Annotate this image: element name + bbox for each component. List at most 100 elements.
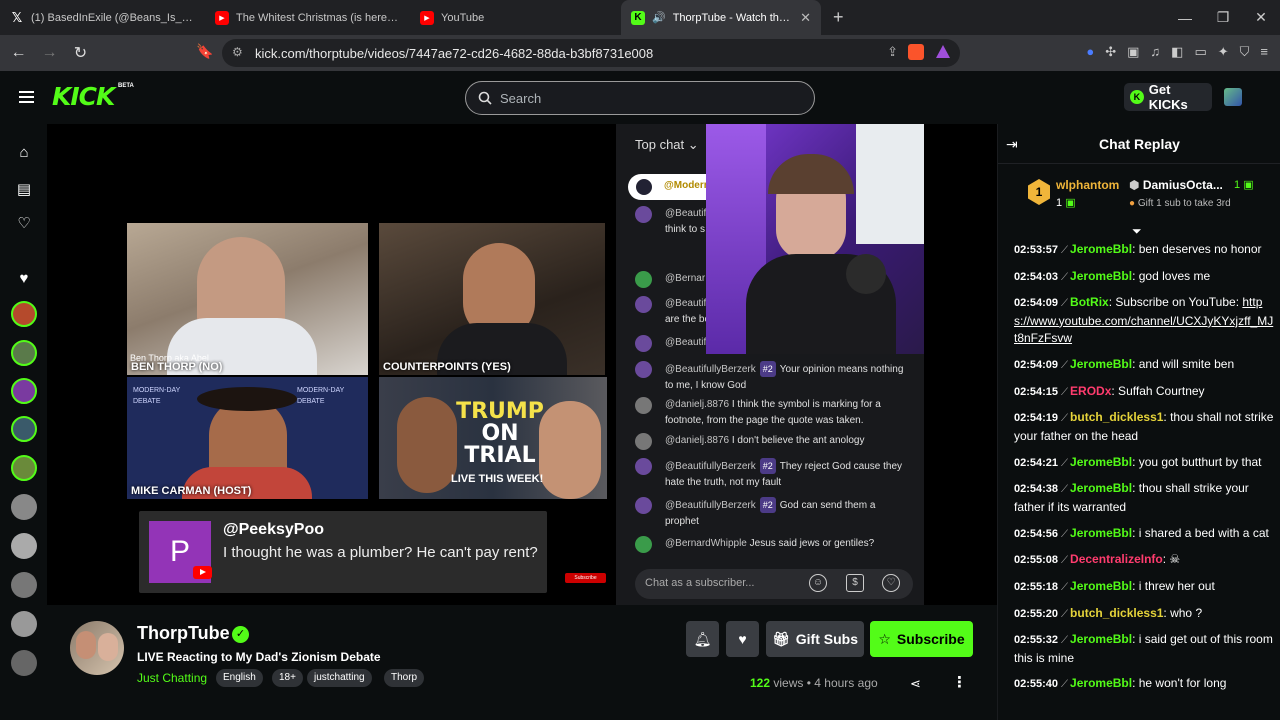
share-page-icon[interactable]: ⇪ [887, 44, 898, 60]
message-username[interactable]: butch_dickless1 [1070, 410, 1163, 424]
leaderboard-user[interactable]: wlphantom [1056, 178, 1119, 192]
message-timestamp: 02:55:18 [1014, 580, 1059, 593]
message-timestamp: 02:54:09 [1014, 359, 1059, 372]
menu-icon[interactable]: ≡ [1260, 44, 1268, 60]
close-tab-icon[interactable]: ✕ [800, 10, 811, 26]
chat-message: 02:54:09 ⟋ JeromeBbl: and will smite ben [1014, 356, 1276, 375]
search-input[interactable]: Search [465, 81, 815, 115]
browser-tab[interactable]: 𝕏 (1) BasedInExile (@Beans_Is_Baked) / [0, 0, 205, 35]
followed-channel-avatar[interactable] [11, 650, 37, 676]
followed-channel-avatar[interactable] [11, 494, 37, 520]
brave-shields-icon[interactable] [908, 44, 924, 60]
brave-rewards-icon[interactable] [936, 45, 950, 58]
share-icon[interactable]: ⋖ [910, 676, 921, 692]
new-tab-icon[interactable]: + [833, 7, 844, 28]
bookmark-icon[interactable]: 🔖 [196, 43, 213, 60]
screenshot-icon[interactable]: ▣ [1127, 44, 1139, 60]
tag-chip[interactable]: justchatting [307, 669, 372, 687]
message-username[interactable]: BotRix [1070, 295, 1109, 309]
chevron-down-icon: ⌄ [687, 137, 699, 152]
channel-name[interactable]: ThorpTube [137, 623, 230, 644]
browser-tab[interactable]: ▶ The Whitest Christmas (is here) - Chr [205, 0, 410, 35]
leaderboard-user[interactable]: ⬢ DamiusOcta... [1129, 178, 1223, 192]
get-kicks-button[interactable]: K Get KICKs [1124, 82, 1212, 112]
browser-tab-active[interactable]: K 🔊 ThorpTube - Watch the VOD ✕ [621, 0, 821, 35]
media-icon[interactable]: ♫ [1150, 44, 1160, 60]
kicks-coin-icon: K [1130, 90, 1144, 104]
subscribe-button[interactable]: ☆ Subscribe [870, 621, 973, 657]
followed-channel-avatar[interactable] [11, 340, 37, 366]
extension-icon[interactable]: ● [1086, 44, 1094, 60]
avatar [635, 536, 652, 553]
message-username[interactable]: JeromeBbl [1070, 357, 1132, 371]
sword-badge-icon: ⟋ [1061, 484, 1069, 496]
user-avatar[interactable] [1224, 88, 1242, 106]
url-field[interactable]: ⚙ kick.com/thorptube/videos/7447ae72-cd2… [222, 39, 960, 67]
browser-tab[interactable]: ▶ YouTube [410, 0, 615, 35]
channel-avatar[interactable] [70, 621, 124, 675]
leo-icon[interactable]: ✦ [1218, 44, 1229, 60]
panel-label: BEN THORP (NO) [131, 361, 223, 373]
back-icon[interactable]: ← [6, 44, 31, 62]
followed-channel-avatar[interactable] [11, 572, 37, 598]
followed-channel-avatar[interactable] [11, 301, 37, 327]
youtube-icon: ▶ [215, 10, 229, 25]
following-heart-icon[interactable]: ♡ [15, 214, 33, 232]
message-username[interactable]: JeromeBbl [1070, 676, 1132, 690]
maximize-icon[interactable]: ❐ [1204, 9, 1242, 26]
message-username[interactable]: JeromeBbl [1070, 579, 1132, 593]
message-text: : i shared a bed with a cat [1132, 525, 1269, 540]
minimize-icon[interactable]: — [1166, 10, 1204, 26]
collapse-chat-icon[interactable]: ⇥ [1006, 136, 1018, 153]
close-window-icon[interactable]: ✕ [1242, 9, 1280, 26]
message-username[interactable]: JeromeBbl [1070, 632, 1132, 646]
microphone [846, 254, 886, 294]
avatar [635, 361, 652, 378]
gift-subs-button[interactable]: 🎁︎ Gift Subs [766, 621, 864, 657]
message-username[interactable]: JeromeBbl [1070, 526, 1132, 540]
vpn-icon[interactable]: ⛉ [1240, 44, 1250, 60]
avatar [635, 296, 652, 313]
url-text: kick.com/thorptube/videos/7447ae72-cd26-… [255, 45, 654, 61]
followed-channel-avatar[interactable] [11, 533, 37, 559]
forward-icon[interactable]: → [37, 44, 62, 62]
follow-heart-button[interactable]: ♥ [726, 621, 759, 657]
followed-channel-avatar[interactable] [11, 416, 37, 442]
wallet-icon[interactable]: ▭ [1194, 44, 1206, 60]
message-username[interactable]: JeromeBbl [1070, 481, 1132, 495]
message-username[interactable]: ERODx [1070, 384, 1111, 398]
puzzle-icon[interactable]: ✣ [1105, 44, 1116, 60]
trump-line: ON [481, 421, 519, 446]
top-chat-label: Top chat [635, 137, 685, 152]
sidebar-icon[interactable]: ◧ [1171, 44, 1183, 60]
tag-chip[interactable]: English [216, 669, 263, 687]
message-username[interactable]: DecentralizeInfo [1070, 552, 1163, 566]
more-options-icon[interactable]: ⋮ [952, 673, 967, 691]
category-link[interactable]: Just Chatting [137, 671, 207, 685]
panel-label: MIKE CARMAN (HOST) [131, 485, 252, 497]
trump-on-trial-graphic: TRUMP ON TRIAL [455, 401, 545, 467]
tab-title: The Whitest Christmas (is here) - Chr [236, 11, 400, 24]
chat-message: 02:54:21 ⟋ JeromeBbl: you got butthurt by … [1014, 454, 1276, 473]
notification-bell-button[interactable]: 🔔︎ [686, 621, 719, 657]
message-username[interactable]: JeromeBbl [1070, 269, 1132, 283]
message-username[interactable]: JeromeBbl [1070, 455, 1132, 469]
message-username[interactable]: JeromeBbl [1070, 242, 1132, 256]
followed-channel-avatar[interactable] [11, 611, 37, 637]
browse-icon[interactable]: ▤ [15, 180, 33, 198]
reload-icon[interactable]: ↻ [68, 43, 93, 63]
followed-channel-avatar[interactable] [11, 455, 37, 481]
home-icon[interactable]: ⌂ [15, 144, 33, 162]
kick-logo[interactable]: KICK [52, 82, 115, 111]
sword-badge-icon: ⟋ [1061, 555, 1069, 567]
filter-icon[interactable]: ⏷ [1132, 224, 1142, 239]
chat-username: @Beautif [665, 208, 707, 219]
message-text: : who ? [1163, 605, 1203, 620]
hamburger-menu-icon[interactable] [19, 91, 34, 103]
tag-chip[interactable]: 18+ [272, 669, 303, 687]
followed-channel-avatar[interactable] [11, 378, 37, 404]
message-username[interactable]: butch_dickless1 [1070, 606, 1163, 620]
message-timestamp: 02:53:57 [1014, 244, 1059, 256]
site-info-icon[interactable]: ⚙ [232, 45, 243, 59]
tag-chip[interactable]: Thorp [384, 669, 425, 687]
